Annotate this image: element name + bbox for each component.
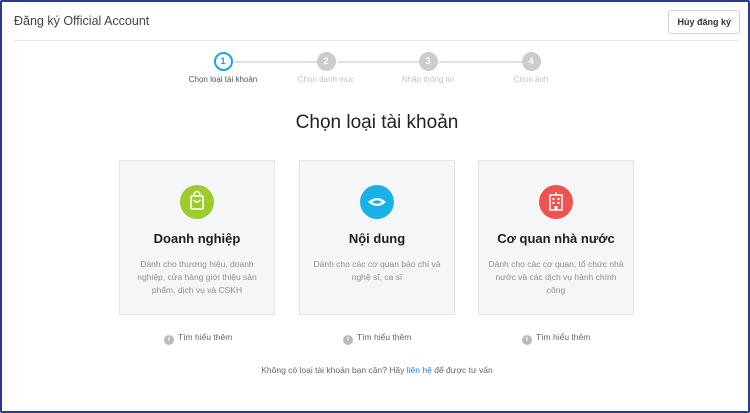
learn-more-link-content[interactable]: i Tìm hiểu thêm bbox=[343, 332, 411, 346]
cancel-registration-button[interactable]: Hủy đăng ký bbox=[668, 10, 740, 34]
info-icon: i bbox=[343, 335, 353, 345]
step-label: Chọn ảnh bbox=[513, 75, 549, 84]
step-4: 4 Chọn ảnh bbox=[476, 52, 586, 84]
info-icon: i bbox=[522, 335, 532, 345]
shopping-bag-icon bbox=[180, 185, 214, 219]
card-title: Doanh nghiệp bbox=[153, 231, 241, 246]
step-label: Nhập thông tin bbox=[401, 75, 455, 84]
card-description: Dành cho thương hiệu, doanh nghiệp, cửa … bbox=[137, 259, 257, 295]
step-number: 2 bbox=[316, 52, 336, 71]
step-label: Chọn loại tài khoản bbox=[188, 75, 258, 84]
header-divider bbox=[14, 40, 738, 41]
header: Đăng ký Official Account Hủy đăng ký bbox=[14, 10, 740, 38]
info-icon: i bbox=[164, 335, 174, 345]
building-icon bbox=[539, 185, 573, 219]
account-type-card-business[interactable]: Doanh nghiệp Dành cho thương hiệu, doanh… bbox=[119, 160, 275, 315]
step-2: 2 Chọn danh mục bbox=[271, 52, 381, 84]
card-title: Cơ quan nhà nước bbox=[497, 231, 615, 246]
account-type-card-government[interactable]: Cơ quan nhà nước Dành cho các cơ quan, t… bbox=[478, 160, 634, 315]
account-type-card-content[interactable]: Nội dung Dành cho các cơ quan báo chí và… bbox=[299, 160, 455, 315]
card-description: Dành cho các cơ quan, tổ chức nhà nước v… bbox=[488, 259, 624, 295]
page-title: Chọn loại tài khoản bbox=[295, 112, 459, 133]
stepper: 1 Chọn loại tài khoản 2 Chọn danh mục 3 … bbox=[2, 52, 750, 92]
step-number: 4 bbox=[521, 52, 541, 71]
learn-more-label: Tìm hiểu thêm bbox=[178, 332, 233, 342]
footer-suffix: để được tư vấn bbox=[434, 365, 493, 375]
app-title: Đăng ký Official Account bbox=[14, 14, 150, 28]
card-title: Nội dung bbox=[348, 231, 406, 246]
step-number: 3 bbox=[418, 52, 438, 71]
learn-more-link-government[interactable]: i Tìm hiểu thêm bbox=[522, 332, 590, 346]
footer-prefix: Không có loại tài khoản bạn cần? Hãy bbox=[261, 365, 405, 375]
step-label: Chọn danh mục bbox=[297, 75, 355, 84]
learn-more-label: Tìm hiểu thêm bbox=[536, 332, 591, 342]
eye-icon bbox=[360, 185, 394, 219]
card-description: Dành cho các cơ quan báo chí và nghệ sĩ,… bbox=[313, 259, 441, 282]
contact-link[interactable]: liên hệ bbox=[407, 365, 432, 375]
footer-help-text: Không có loại tài khoản bạn cần? Hãy liê… bbox=[2, 365, 750, 375]
learn-more-label: Tìm hiểu thêm bbox=[357, 332, 412, 342]
step-1: 1 Chọn loại tài khoản bbox=[168, 52, 278, 84]
step-number: 1 bbox=[213, 52, 233, 71]
step-3: 3 Nhập thông tin bbox=[373, 52, 483, 84]
window-frame: Đăng ký Official Account Hủy đăng ký 1 C… bbox=[0, 0, 750, 413]
learn-more-link-business[interactable]: i Tìm hiểu thêm bbox=[164, 332, 232, 346]
